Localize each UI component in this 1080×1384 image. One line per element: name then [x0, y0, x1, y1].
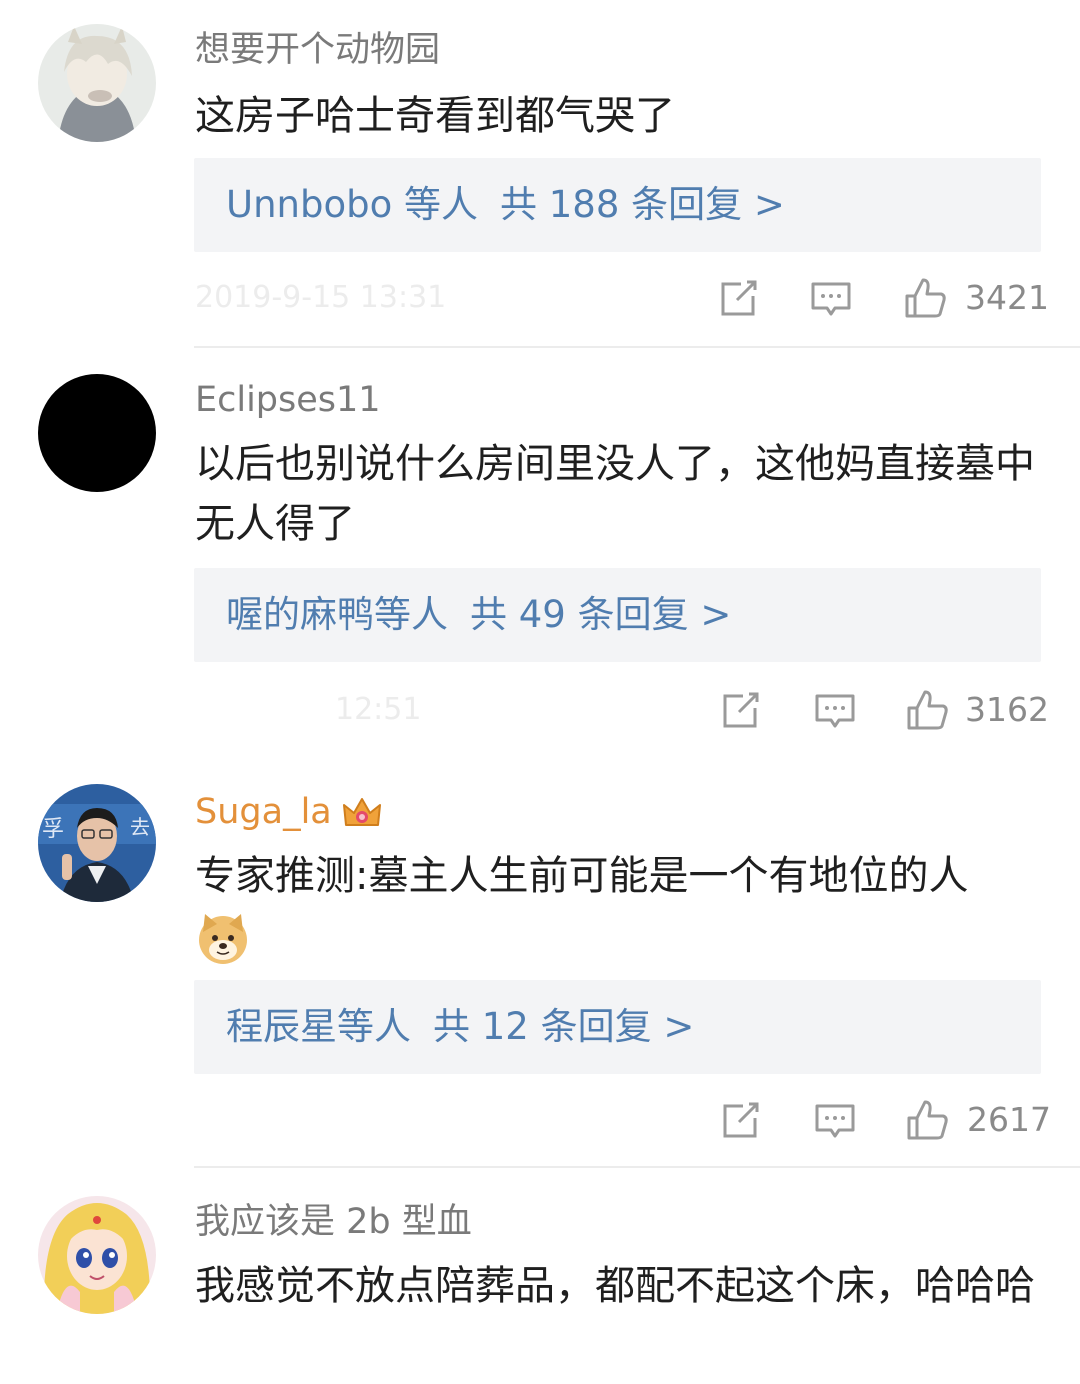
- avatar[interactable]: [38, 1196, 156, 1314]
- comment-item: 我应该是 2b 型血 我感觉不放点陪葬品，都配不起这个床，哈哈哈: [0, 1170, 1080, 1384]
- replies-link[interactable]: 程辰星等人共 12 条回复 >: [226, 1004, 694, 1050]
- share-icon[interactable]: [717, 276, 761, 320]
- comment-footer: 2019-9-15 13:31 3421: [195, 268, 1049, 328]
- username[interactable]: Suga_la: [195, 790, 382, 834]
- share-icon[interactable]: [719, 688, 763, 732]
- replies-link[interactable]: 喔的麻鸭等人共 49 条回复 >: [226, 592, 731, 638]
- avatar[interactable]: [38, 24, 156, 142]
- timestamp: 2019-9-15 13:31: [195, 280, 447, 315]
- like-count: 3421: [965, 278, 1049, 317]
- comment-text: 专家推测:墓主人生前可能是一个有地位的人: [195, 846, 1055, 966]
- comment-footer: 12:51 3162: [195, 680, 1049, 740]
- like-count: 3162: [965, 690, 1049, 729]
- thumbs-up-icon[interactable]: [905, 1098, 949, 1142]
- thumbs-up-icon[interactable]: [903, 276, 947, 320]
- comment-text: 这房子哈士奇看到都气哭了: [195, 93, 675, 139]
- crown-badge-icon: [342, 795, 382, 831]
- comment-text: 以后也别说什么房间里没人了，这他妈直接墓中无人得了: [195, 441, 1035, 547]
- replies-box[interactable]: Unnbobo 等人共 188 条回复 >: [194, 158, 1041, 252]
- doge-emoji-icon: [195, 910, 251, 966]
- username[interactable]: 想要开个动物园: [195, 28, 440, 72]
- svg-text:孚: 孚: [42, 817, 64, 842]
- username[interactable]: 我应该是 2b 型血: [195, 1200, 472, 1244]
- comment-text-content: 专家推测:墓主人生前可能是一个有地位的人: [195, 853, 969, 899]
- username[interactable]: Eclipses11: [195, 378, 381, 422]
- svg-text:去: 去: [130, 815, 150, 839]
- share-icon[interactable]: [719, 1098, 763, 1142]
- avatar[interactable]: 孚 去: [38, 784, 156, 902]
- thumbs-up-icon[interactable]: [905, 688, 949, 732]
- comment-item: Eclipses11 以后也别说什么房间里没人了，这他妈直接墓中无人得了 喔的麻…: [0, 350, 1080, 760]
- replies-box[interactable]: 程辰星等人共 12 条回复 >: [194, 980, 1041, 1074]
- reply-count: 共 49 条回复 >: [470, 593, 732, 636]
- timestamp: 12:51: [335, 692, 422, 727]
- comment-icon[interactable]: [813, 688, 857, 732]
- divider: [194, 346, 1080, 348]
- avatar[interactable]: [38, 374, 156, 492]
- reply-users: 程辰星等人: [226, 1005, 411, 1048]
- reply-count: 共 188 条回复 >: [500, 183, 785, 226]
- reply-users: Unnbobo 等人: [226, 183, 478, 226]
- divider: [194, 1166, 1080, 1168]
- comment-icon[interactable]: [813, 1098, 857, 1142]
- comment-item: 想要开个动物园 这房子哈士奇看到都气哭了 Unnbobo 等人共 188 条回复…: [0, 0, 1080, 350]
- replies-box[interactable]: 喔的麻鸭等人共 49 条回复 >: [194, 568, 1041, 662]
- reply-users: 喔的麻鸭等人: [226, 593, 448, 636]
- username-text: Suga_la: [195, 792, 332, 832]
- comment-icon[interactable]: [809, 276, 853, 320]
- like-count: 2617: [967, 1100, 1051, 1139]
- comment-item: 孚 去 Suga_la 专家推测:墓主人生前可能是一个有地位的人 程辰星等人共 …: [0, 760, 1080, 1170]
- reply-count: 共 12 条回复 >: [433, 1005, 695, 1048]
- replies-link[interactable]: Unnbobo 等人共 188 条回复 >: [226, 182, 785, 228]
- comment-footer: 2617: [195, 1090, 1051, 1150]
- comment-text: 我感觉不放点陪葬品，都配不起这个床，哈哈哈: [195, 1263, 1035, 1309]
